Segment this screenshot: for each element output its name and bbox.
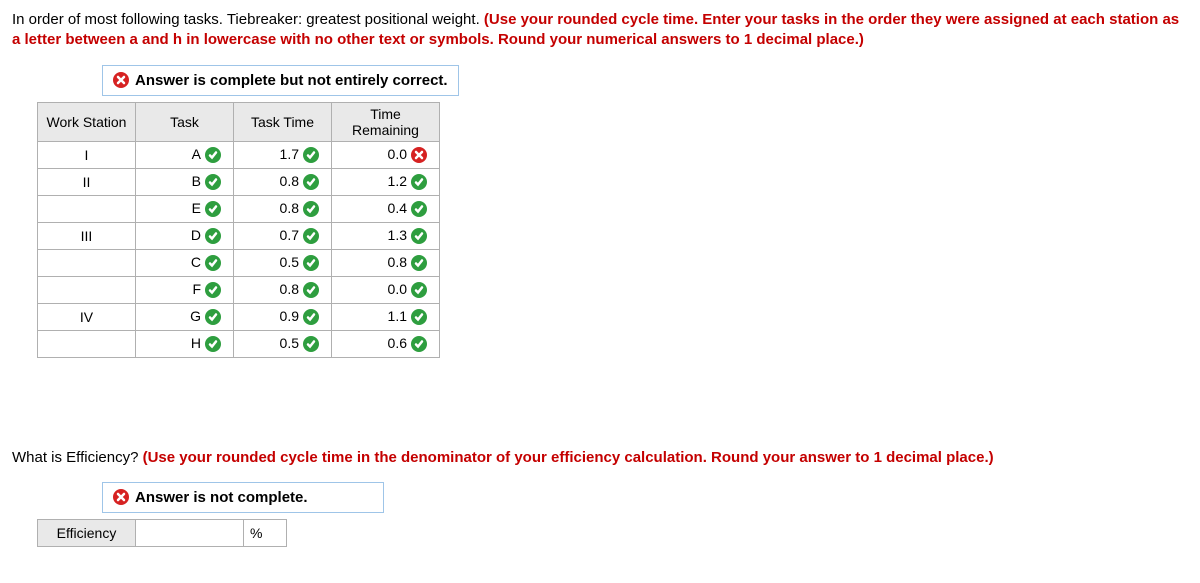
table-row: IIB0.81.2 [38,168,440,195]
prompt-text: In order of most following tasks. Tiebre… [12,11,484,28]
time-remaining-cell[interactable]: 1.1 [332,303,440,330]
cross-icon [411,147,427,163]
time-remaining-cell[interactable]: 0.4 [332,195,440,222]
efficiency-input[interactable] [136,519,244,546]
workstation-cell [38,249,136,276]
workstation-cell: IV [38,303,136,330]
task-cell[interactable]: A [136,141,234,168]
check-icon [411,201,427,217]
time-remaining-cell[interactable]: 0.0 [332,141,440,168]
table-row: H0.50.6 [38,330,440,357]
task-time-cell[interactable]: 0.8 [234,195,332,222]
header-task-time: Task Time [234,102,332,141]
cross-icon [113,72,129,88]
check-icon [303,282,319,298]
task-time-cell[interactable]: 0.7 [234,222,332,249]
task-time-cell[interactable]: 0.8 [234,168,332,195]
header-time-remaining: Time Remaining [332,102,440,141]
efficiency-unit: % [244,519,287,546]
workstation-cell: I [38,141,136,168]
check-icon [303,336,319,352]
check-icon [303,201,319,217]
check-icon [411,228,427,244]
tasks-table: Work Station Task Task Time Time Remaini… [37,102,440,358]
task-time-cell[interactable]: 0.8 [234,276,332,303]
check-icon [205,282,221,298]
table-row: E0.80.4 [38,195,440,222]
cross-icon [113,489,129,505]
feedback-text-1: Answer is complete but not entirely corr… [135,72,448,89]
check-icon [411,255,427,271]
question-1-prompt: In order of most following tasks. Tiebre… [12,10,1188,51]
check-icon [411,174,427,190]
check-icon [205,228,221,244]
check-icon [205,255,221,271]
efficiency-label: Efficiency [38,519,136,546]
task-cell[interactable]: E [136,195,234,222]
task-cell[interactable]: H [136,330,234,357]
workstation-cell: III [38,222,136,249]
feedback-banner-2: Answer is not complete. [102,482,384,513]
time-remaining-cell[interactable]: 0.8 [332,249,440,276]
task-cell[interactable]: C [136,249,234,276]
workstation-cell: II [38,168,136,195]
header-task: Task [136,102,234,141]
table-row: C0.50.8 [38,249,440,276]
time-remaining-cell[interactable]: 0.6 [332,330,440,357]
time-remaining-cell[interactable]: 1.2 [332,168,440,195]
feedback-banner-1: Answer is complete but not entirely corr… [102,65,459,96]
check-icon [205,309,221,325]
feedback-text-2: Answer is not complete. [135,489,308,506]
workstation-cell [38,195,136,222]
task-cell[interactable]: B [136,168,234,195]
table-row: IVG0.91.1 [38,303,440,330]
check-icon [303,255,319,271]
check-icon [411,309,427,325]
task-cell[interactable]: D [136,222,234,249]
table-row: IA1.70.0 [38,141,440,168]
check-icon [205,174,221,190]
q2-instructions: (Use your rounded cycle time in the deno… [143,449,994,466]
workstation-cell [38,330,136,357]
check-icon [205,201,221,217]
efficiency-table: Efficiency % [37,519,287,547]
task-time-cell[interactable]: 0.9 [234,303,332,330]
task-time-cell[interactable]: 0.5 [234,330,332,357]
check-icon [303,309,319,325]
task-time-cell[interactable]: 0.5 [234,249,332,276]
header-workstation: Work Station [38,102,136,141]
table-row: IIID0.71.3 [38,222,440,249]
check-icon [411,282,427,298]
task-cell[interactable]: F [136,276,234,303]
table-row: F0.80.0 [38,276,440,303]
check-icon [205,147,221,163]
time-remaining-cell[interactable]: 1.3 [332,222,440,249]
check-icon [303,174,319,190]
q2-text: What is Efficiency? [12,449,143,466]
question-2-prompt: What is Efficiency? (Use your rounded cy… [12,448,1188,468]
task-time-cell[interactable]: 1.7 [234,141,332,168]
workstation-cell [38,276,136,303]
check-icon [205,336,221,352]
task-cell[interactable]: G [136,303,234,330]
check-icon [303,228,319,244]
check-icon [411,336,427,352]
check-icon [303,147,319,163]
time-remaining-cell[interactable]: 0.0 [332,276,440,303]
